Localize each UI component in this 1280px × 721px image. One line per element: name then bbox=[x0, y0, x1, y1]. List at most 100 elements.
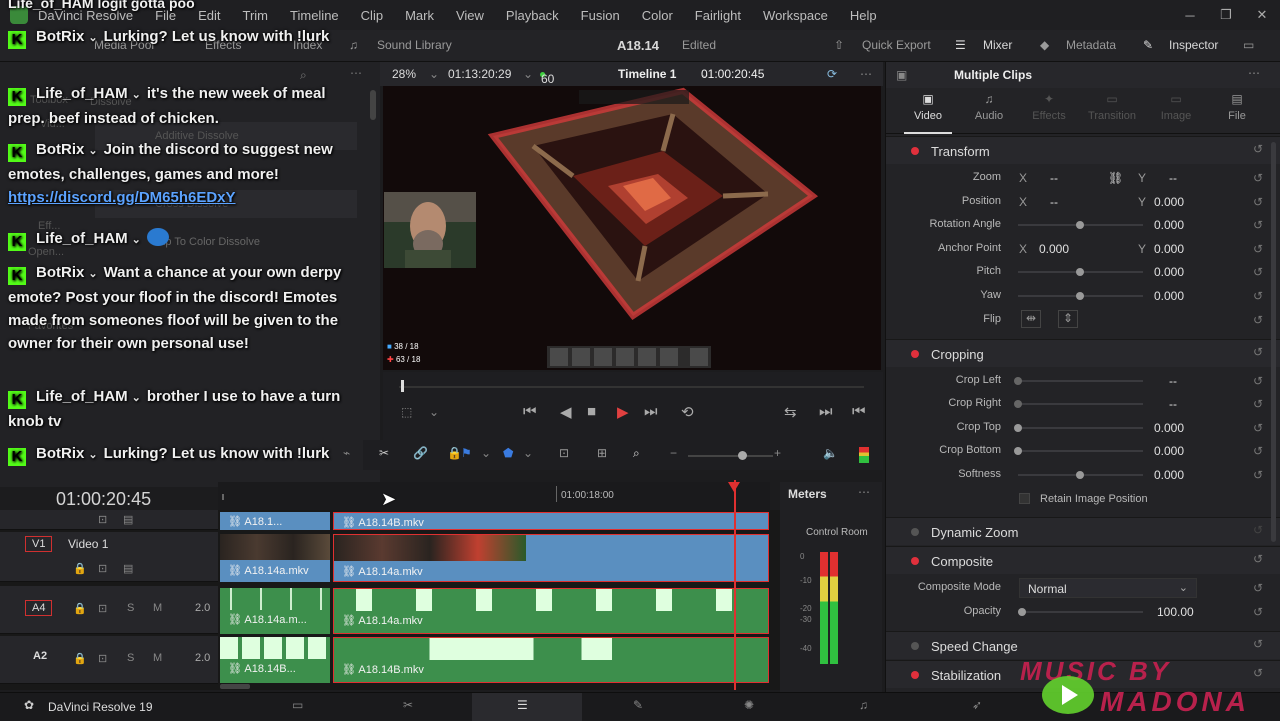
clip-a2-2[interactable]: ⛓ A18.14B.mkv bbox=[333, 637, 769, 683]
reset-icon[interactable]: ↺ bbox=[1253, 289, 1263, 303]
scrubber-handle[interactable] bbox=[401, 380, 404, 392]
zoom-custom-icon[interactable]: ⌕ bbox=[633, 446, 640, 461]
reset-icon[interactable]: ↺ bbox=[1253, 265, 1263, 279]
menu-color[interactable]: Color bbox=[642, 8, 673, 23]
enable-toggle[interactable] bbox=[911, 671, 919, 679]
menu-help[interactable]: Help bbox=[850, 8, 877, 23]
solo-button[interactable]: S bbox=[127, 602, 134, 614]
marker-dropdown-icon[interactable]: ⌄ bbox=[523, 446, 533, 460]
clip-a2-1[interactable]: ⛓ A18.14B... bbox=[220, 637, 330, 683]
tab-file[interactable]: ▤ File bbox=[1209, 92, 1265, 122]
track-lock-icon[interactable]: 🔒 bbox=[73, 562, 87, 575]
reset-icon[interactable]: ↺ bbox=[1253, 397, 1263, 411]
track-id-v1[interactable]: V1 bbox=[25, 536, 53, 552]
reset-icon[interactable]: ↺ bbox=[1253, 171, 1263, 185]
rotation-field[interactable]: 0.000 bbox=[1154, 218, 1184, 232]
flip-horizontal-icon[interactable]: ⇹ bbox=[1021, 310, 1041, 328]
zoom-slider[interactable] bbox=[688, 451, 773, 460]
inspector-layout-icon[interactable]: ▣ bbox=[896, 68, 907, 82]
fullscreen-icon[interactable]: ▭ bbox=[1243, 38, 1254, 52]
metadata-button[interactable]: Metadata bbox=[1066, 38, 1116, 52]
position-y-field[interactable]: 0.000 bbox=[1154, 195, 1184, 209]
maximize-button[interactable]: ❐ bbox=[1208, 7, 1244, 23]
track-lock-icon[interactable]: 🔒 bbox=[73, 652, 87, 665]
clip-v1-2[interactable]: ⛓ A18.14a.mkv bbox=[333, 534, 769, 582]
stop-icon[interactable]: ■ bbox=[587, 403, 596, 420]
flag-dropdown-icon[interactable]: ⌄ bbox=[481, 446, 491, 460]
reset-icon[interactable]: ↺ bbox=[1253, 421, 1263, 435]
media-page-icon[interactable]: ▭ bbox=[292, 698, 303, 712]
reset-icon[interactable]: ↺ bbox=[1253, 195, 1263, 209]
crop-bottom-field[interactable]: 0.000 bbox=[1154, 444, 1184, 458]
track-auto-select-icon[interactable]: ▤ bbox=[123, 562, 133, 575]
match-frame-icon[interactable]: ⇆ bbox=[784, 403, 797, 421]
viewer-scrubber[interactable] bbox=[399, 380, 864, 392]
clip-top-1[interactable]: ⛓ A18.1... bbox=[220, 512, 330, 530]
color-page-icon[interactable]: ✺ bbox=[744, 698, 754, 712]
clip-a4-1[interactable]: ⛓ A18.14a.m... bbox=[220, 588, 330, 634]
sync-icon[interactable]: ⟳ bbox=[827, 67, 837, 81]
flag-icon[interactable]: ⚑ bbox=[461, 446, 472, 460]
reset-icon[interactable]: ↺ bbox=[1253, 218, 1263, 232]
go-to-end-icon[interactable]: ⏭ bbox=[644, 403, 658, 420]
enable-toggle[interactable] bbox=[911, 528, 919, 536]
enable-toggle[interactable] bbox=[911, 147, 919, 155]
zoom-in-icon[interactable]: + bbox=[774, 446, 781, 460]
meters-options-icon[interactable]: ⋯ bbox=[858, 485, 870, 499]
viewer-mode-icon[interactable]: ⬚ bbox=[401, 405, 412, 419]
zoom-level[interactable]: 28% bbox=[392, 67, 416, 81]
reset-icon[interactable]: ↺ bbox=[1253, 605, 1263, 619]
go-to-start-icon[interactable]: ⏮ bbox=[523, 403, 537, 420]
reset-icon[interactable]: ↺ bbox=[1253, 242, 1263, 256]
menu-playback[interactable]: Playback bbox=[506, 8, 559, 23]
softness-slider[interactable] bbox=[1018, 471, 1143, 479]
composite-mode-select[interactable]: Normal ⌄ bbox=[1019, 578, 1197, 598]
inspector-button[interactable]: Inspector bbox=[1169, 38, 1218, 52]
panel-scrollbar[interactable] bbox=[370, 90, 376, 120]
retain-checkbox[interactable] bbox=[1019, 493, 1030, 504]
clip-top-2[interactable]: ⛓ A18.14B.mkv bbox=[333, 512, 769, 530]
link-icon[interactable]: ⛓ bbox=[1108, 171, 1123, 185]
track-visibility-icon[interactable]: ⊡ bbox=[98, 562, 107, 575]
reset-icon[interactable]: ↺ bbox=[1253, 523, 1263, 537]
play-icon[interactable]: ▶ bbox=[617, 403, 629, 421]
minimize-button[interactable]: ─ bbox=[1172, 8, 1208, 23]
cropping-section[interactable]: Cropping ↺ bbox=[886, 339, 1280, 367]
next-edit-icon[interactable]: ⏭ bbox=[819, 403, 833, 420]
crop-right-field[interactable]: -- bbox=[1169, 397, 1177, 411]
viewer-mode-dropdown-icon[interactable]: ⌄ bbox=[429, 405, 439, 419]
zoom-slider-knob[interactable] bbox=[738, 451, 747, 460]
deliver-page-icon[interactable]: ➶ bbox=[972, 698, 982, 712]
razor-icon[interactable]: ✂ bbox=[379, 446, 389, 460]
enable-toggle[interactable] bbox=[911, 557, 919, 565]
enable-toggle[interactable] bbox=[911, 350, 919, 358]
reset-icon[interactable]: ↺ bbox=[1253, 581, 1263, 595]
menu-mark[interactable]: Mark bbox=[405, 8, 434, 23]
opacity-field[interactable]: 100.00 bbox=[1157, 605, 1194, 619]
clip-v1-1[interactable]: ⛓ A18.14a.mkv bbox=[220, 534, 330, 582]
track-id-a2[interactable]: A2 bbox=[33, 650, 47, 662]
reset-icon[interactable]: ↺ bbox=[1253, 313, 1263, 327]
zoom-full-icon[interactable]: ⊡ bbox=[559, 446, 569, 460]
crop-right-slider[interactable] bbox=[1014, 400, 1143, 408]
enable-toggle[interactable] bbox=[911, 642, 919, 650]
close-button[interactable]: ✕ bbox=[1244, 7, 1280, 23]
tab-effects[interactable]: ✦ Effects bbox=[1021, 92, 1077, 122]
fairlight-page-icon[interactable]: ♫ bbox=[859, 698, 868, 712]
quick-export-button[interactable]: Quick Export bbox=[862, 38, 931, 52]
softness-field[interactable]: 0.000 bbox=[1154, 468, 1184, 482]
marker-icon[interactable]: ⬟ bbox=[503, 446, 513, 460]
viewer-options-icon[interactable]: ⋯ bbox=[860, 67, 872, 81]
reset-icon[interactable]: ↺ bbox=[1253, 552, 1263, 566]
lock-icon[interactable]: 🔒 bbox=[447, 446, 462, 460]
track-lock-icon[interactable]: 🔒 bbox=[73, 602, 87, 615]
tab-transition[interactable]: ▭ Transition bbox=[1082, 92, 1142, 122]
tab-audio[interactable]: ♫ Audio bbox=[961, 92, 1017, 122]
reset-icon[interactable]: ↺ bbox=[1253, 444, 1263, 458]
pitch-slider[interactable] bbox=[1018, 268, 1143, 276]
timeline-scrollbar[interactable] bbox=[220, 684, 250, 689]
edit-page-icon[interactable]: ☰ bbox=[517, 698, 528, 712]
zoom-detail-icon[interactable]: ⊞ bbox=[597, 446, 607, 460]
inspector-scrollbar[interactable] bbox=[1271, 142, 1276, 542]
reset-icon[interactable]: ↺ bbox=[1253, 374, 1263, 388]
